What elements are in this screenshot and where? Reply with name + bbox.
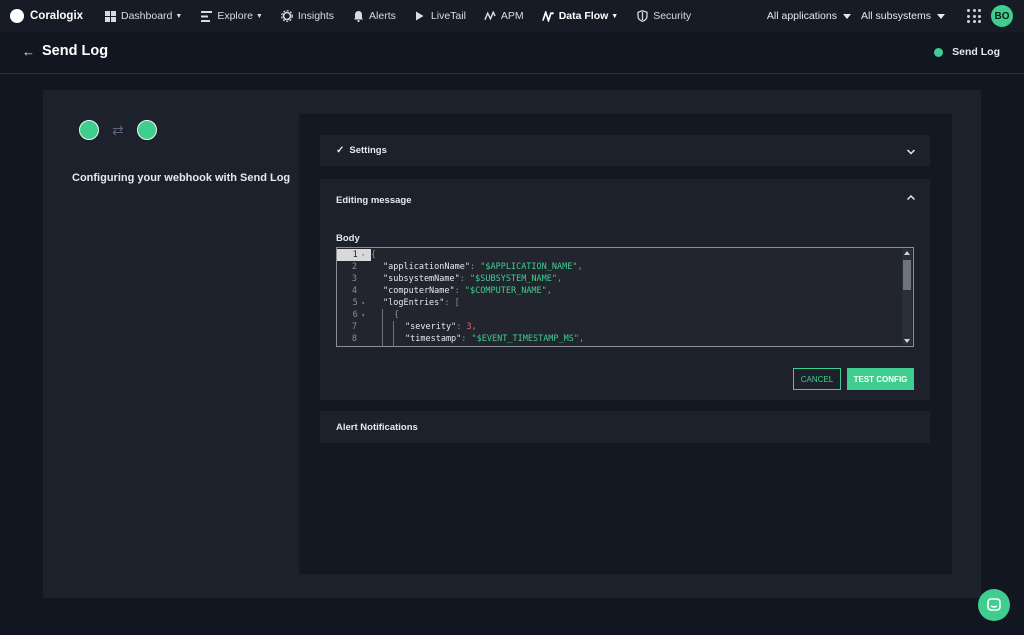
page-title: Send Log [42, 43, 109, 59]
back-arrow-icon[interactable]: ← [22, 44, 35, 59]
code-line: "timestamp": "$EVENT_TIMESTAMP_MS", [405, 334, 585, 344]
cancel-button[interactable]: CANCEL [793, 368, 841, 390]
nav-insights-label: Insights [297, 10, 335, 22]
code-line: "subsystemName": "$SUBSYSTEM_NAME", [383, 274, 563, 284]
line-number: 4 [351, 286, 357, 296]
line-number: 7 [351, 322, 357, 332]
body-label: Body [336, 233, 360, 244]
avatar[interactable]: BO [991, 5, 1013, 27]
step-target-icon [136, 120, 157, 140]
nav-alerts-label: Alerts [369, 10, 396, 22]
alert-notifications-header: Alert Notifications [336, 422, 418, 433]
editing-message-label: Editing message [336, 195, 412, 206]
chat-icon [987, 598, 1001, 611]
applications-select[interactable]: All applications [767, 10, 851, 22]
nav-dashboard[interactable]: Dashboard ▼ [104, 10, 182, 22]
scroll-down-icon[interactable] [904, 339, 910, 343]
nav-explore-label: Explore [217, 10, 253, 22]
code-line: { [394, 310, 400, 320]
editor-scrollbar-thumb[interactable] [903, 260, 911, 290]
nav-dataflow-label: Data Flow [558, 10, 609, 22]
brand-name: Coralogix [30, 10, 84, 22]
gear-icon [280, 10, 293, 22]
body-code-editor[interactable]: 1 ▾ 2 3 4 5 ▾ 6 ▾ 7 8 { "applicationName… [336, 247, 914, 347]
line-number-gutter: 1 ▾ 2 3 4 5 ▾ 6 ▾ 7 8 [337, 248, 371, 346]
apps-grid-icon[interactable] [967, 9, 981, 23]
nav-insights[interactable]: Insights [280, 10, 335, 22]
line-number: 5 ▾ [352, 298, 365, 308]
nav-livetail[interactable]: LiveTail [414, 10, 466, 22]
apm-icon [484, 10, 496, 22]
line-number: 2 [351, 262, 357, 272]
page-header: ← Send Log Send Log [0, 32, 1024, 74]
settings-accordion[interactable]: ✓ Settings [320, 135, 930, 166]
code-line: "logEntries": [ [383, 298, 460, 308]
indent-guide [393, 321, 394, 346]
alert-notifications-accordion[interactable]: Alert Notifications [320, 411, 930, 443]
nav-livetail-label: LiveTail [430, 10, 466, 22]
editing-message-accordion: Editing message Body 1 ▾ 2 3 4 5 ▾ 6 ▾ 7… [320, 179, 930, 400]
play-icon [414, 10, 426, 22]
integration-steps: ⇄ [79, 120, 157, 140]
shield-icon [636, 10, 648, 22]
configuring-title: Configuring your webhook with Send Log [72, 172, 291, 184]
settings-header: ✓ Settings [336, 145, 387, 156]
editing-message-header[interactable]: Editing message [336, 195, 412, 206]
top-right-controls: All applications All subsystems BO [767, 0, 1024, 32]
scroll-up-icon[interactable] [904, 251, 910, 255]
caret-down-icon [937, 13, 945, 19]
chevron-down-icon: ▼ [611, 12, 619, 20]
chat-support-button[interactable] [978, 589, 1010, 621]
brand[interactable]: Coralogix [10, 9, 104, 23]
nav-dashboard-label: Dashboard [121, 10, 173, 22]
status-indicator: Send Log [934, 46, 1000, 58]
subsystems-select-label: All subsystems [860, 10, 931, 22]
code-line: { [371, 250, 377, 260]
applications-select-label: All applications [766, 10, 837, 22]
nav-apm[interactable]: APM [484, 10, 524, 22]
chevron-down-icon: ▼ [255, 12, 263, 20]
settings-label: Settings [349, 145, 387, 156]
bell-icon [352, 10, 364, 22]
nav-security[interactable]: Security [636, 10, 691, 22]
nav-apm-label: APM [500, 10, 524, 22]
code-line: "applicationName": "$APPLICATION_NAME", [383, 262, 583, 272]
line-number: 1 ▾ [337, 249, 371, 261]
nav-alerts[interactable]: Alerts [352, 10, 396, 22]
check-icon: ✓ [336, 145, 345, 156]
chevron-down-icon[interactable] [906, 147, 916, 157]
nav-dataflow[interactable]: Data Flow ▼ [541, 10, 619, 22]
explore-icon [200, 10, 212, 22]
code-line: "computerName": "$COMPUTER_NAME", [383, 286, 552, 296]
grid-icon [104, 10, 116, 22]
line-number: 3 [351, 274, 357, 284]
line-number: 6 ▾ [352, 310, 365, 320]
status-label: Send Log [952, 46, 1000, 58]
top-nav: Coralogix Dashboard ▼ Explore ▼ Insights… [0, 0, 1024, 33]
chevron-down-icon: ▼ [175, 12, 183, 20]
nav-explore[interactable]: Explore ▼ [200, 10, 263, 22]
nav-security-label: Security [653, 10, 692, 22]
alert-notifications-label: Alert Notifications [336, 422, 418, 433]
line-number: 8 [351, 334, 357, 344]
status-dot-icon [934, 47, 944, 57]
coralogix-logo-icon [10, 9, 24, 23]
caret-down-icon [842, 13, 851, 19]
dataflow-icon [541, 10, 554, 22]
subsystems-select[interactable]: All subsystems [861, 10, 945, 22]
test-config-button[interactable]: TEST CONFIG [847, 368, 914, 390]
chevron-up-icon[interactable] [906, 193, 916, 203]
code-line: "severity": 3, [405, 322, 477, 332]
indent-guide [382, 309, 383, 346]
swap-arrows-icon: ⇄ [112, 122, 124, 138]
step-source-icon [79, 120, 99, 140]
